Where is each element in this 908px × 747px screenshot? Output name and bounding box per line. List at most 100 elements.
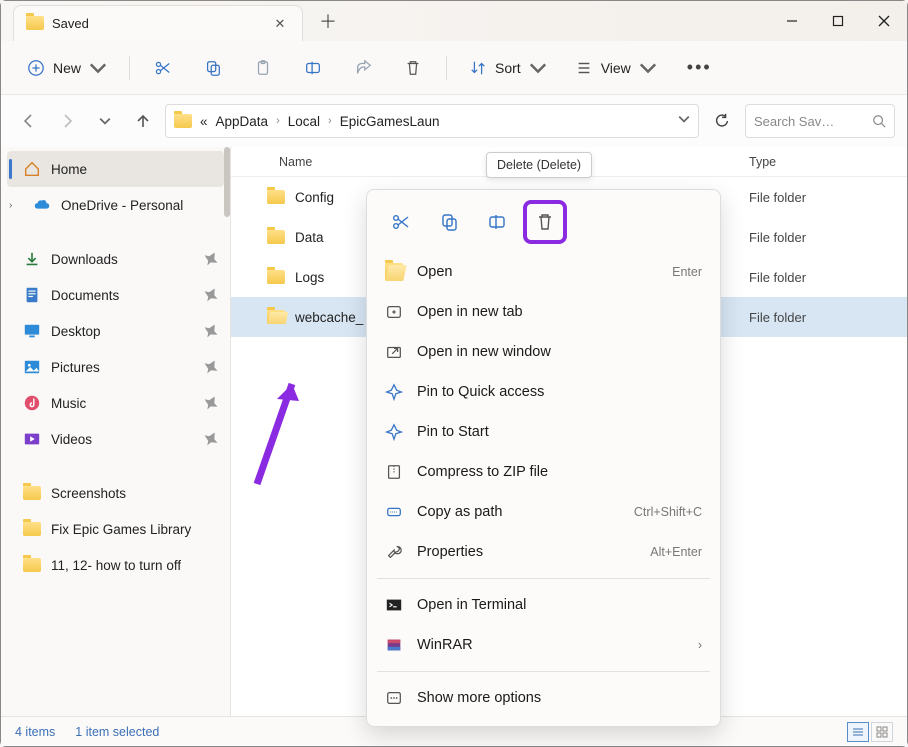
delete-button[interactable] [392,50,434,86]
sidebar-item-videos[interactable]: Videos [1,421,230,457]
ctx-open-window[interactable]: Open in new window [367,332,720,372]
sort-button[interactable]: Sort [459,50,557,86]
ctx-properties[interactable]: PropertiesAlt+Enter [367,532,720,572]
folder-icon [267,230,285,244]
maximize-button[interactable] [815,1,861,41]
more-icon [385,689,403,707]
winrar-icon [385,636,403,654]
sidebar-item-home[interactable]: Home [7,151,224,187]
pin-icon [199,427,224,452]
ctx-pin-quickaccess[interactable]: Pin to Quick access [367,372,720,412]
folder-icon [23,522,41,536]
ctx-compress[interactable]: Compress to ZIP file [367,452,720,492]
back-button[interactable] [13,105,45,137]
folder-icon [267,270,285,284]
tab-title: Saved [52,16,272,31]
ctx-copy-path[interactable]: Copy as pathCtrl+Shift+C [367,492,720,532]
folder-open-icon [385,263,403,281]
ctx-open[interactable]: OpenEnter [367,252,720,292]
ctx-winrar[interactable]: WinRAR› [367,625,720,665]
sidebar-item-music[interactable]: Music [1,385,230,421]
chevron-right-icon[interactable]: › [9,200,21,211]
ctx-pin-start[interactable]: Pin to Start [367,412,720,452]
search-icon [872,114,886,128]
pin-icon [199,355,224,380]
document-icon [23,286,41,304]
refresh-button[interactable] [705,104,739,138]
chevron-right-icon: › [698,638,702,652]
sidebar-item-folder[interactable]: Screenshots [1,475,230,511]
tab-saved[interactable]: Saved ✕ [13,5,303,41]
copy-button[interactable] [192,50,234,86]
folder-icon [23,558,41,572]
status-selected: 1 item selected [75,725,159,739]
download-icon [23,250,41,268]
close-window-button[interactable] [861,1,907,41]
music-icon [23,394,41,412]
folder-icon [26,16,42,32]
sidebar-item-documents[interactable]: Documents [1,277,230,313]
scissors-icon [154,59,172,77]
breadcrumb[interactable]: EpicGamesLaun [340,114,440,129]
sidebar-item-desktop[interactable]: Desktop [1,313,230,349]
view-details-button[interactable] [847,722,869,742]
ctx-terminal[interactable]: Open in Terminal [367,585,720,625]
context-menu: OpenEnter Open in new tab Open in new wi… [366,189,721,727]
sidebar-item-onedrive[interactable]: › OneDrive - Personal [1,187,230,223]
status-count: 4 items [15,725,55,739]
rename-button[interactable] [292,50,334,86]
sort-icon [469,59,487,77]
address-bar-row: « AppData › Local › EpicGamesLaun Search… [1,95,907,147]
folder-icon [174,114,192,128]
ctx-copy-button[interactable] [429,202,469,242]
trash-icon [404,59,422,77]
cut-button[interactable] [142,50,184,86]
chevron-down-icon[interactable] [678,112,690,130]
sidebar-item-pictures[interactable]: Pictures [1,349,230,385]
annotation-arrow [237,369,317,489]
recent-button[interactable] [89,105,121,137]
context-icon-row [367,198,720,252]
close-tab-icon[interactable]: ✕ [272,16,288,32]
zip-icon [385,463,403,481]
delete-tooltip: Delete (Delete) [486,152,592,178]
ctx-delete-button[interactable] [525,202,565,242]
paste-button[interactable] [242,50,284,86]
home-icon [23,160,41,178]
pin-icon [385,423,403,441]
address-bar[interactable]: « AppData › Local › EpicGamesLaun [165,104,699,138]
search-input[interactable]: Search Sav… [745,104,895,138]
list-icon [575,59,593,77]
more-button[interactable]: ••• [675,50,724,86]
cloud-icon [33,196,51,214]
sidebar-item-downloads[interactable]: Downloads [1,241,230,277]
breadcrumb[interactable]: Local [288,114,320,129]
column-type[interactable]: Type [741,155,907,169]
up-button[interactable] [127,105,159,137]
copy-icon [439,212,459,232]
breadcrumb[interactable]: AppData [216,114,269,129]
ctx-open-tab[interactable]: Open in new tab [367,292,720,332]
view-button[interactable]: View [565,50,667,86]
view-large-button[interactable] [871,722,893,742]
ctx-cut-button[interactable] [381,202,421,242]
ctx-rename-button[interactable] [477,202,517,242]
sidebar-item-folder[interactable]: 11, 12- how to turn off [1,547,230,583]
new-button[interactable]: New [17,50,117,86]
pin-icon [199,247,224,272]
minimize-button[interactable] [769,1,815,41]
titlebar: Saved ✕ ＋ [1,1,907,41]
pin-icon [199,319,224,344]
share-icon [354,59,372,77]
share-button[interactable] [342,50,384,86]
sidebar: Home › OneDrive - Personal Downloads Doc… [1,147,231,716]
forward-button[interactable] [51,105,83,137]
new-tab-button[interactable]: ＋ [313,8,343,34]
sidebar-item-folder[interactable]: Fix Epic Games Library [1,511,230,547]
folder-open-icon [267,310,285,324]
chevron-right-icon: › [328,115,332,127]
chevron-down-icon [639,59,657,77]
paste-icon [254,59,272,77]
ctx-show-more[interactable]: Show more options [367,678,720,718]
plus-circle-icon [27,59,45,77]
